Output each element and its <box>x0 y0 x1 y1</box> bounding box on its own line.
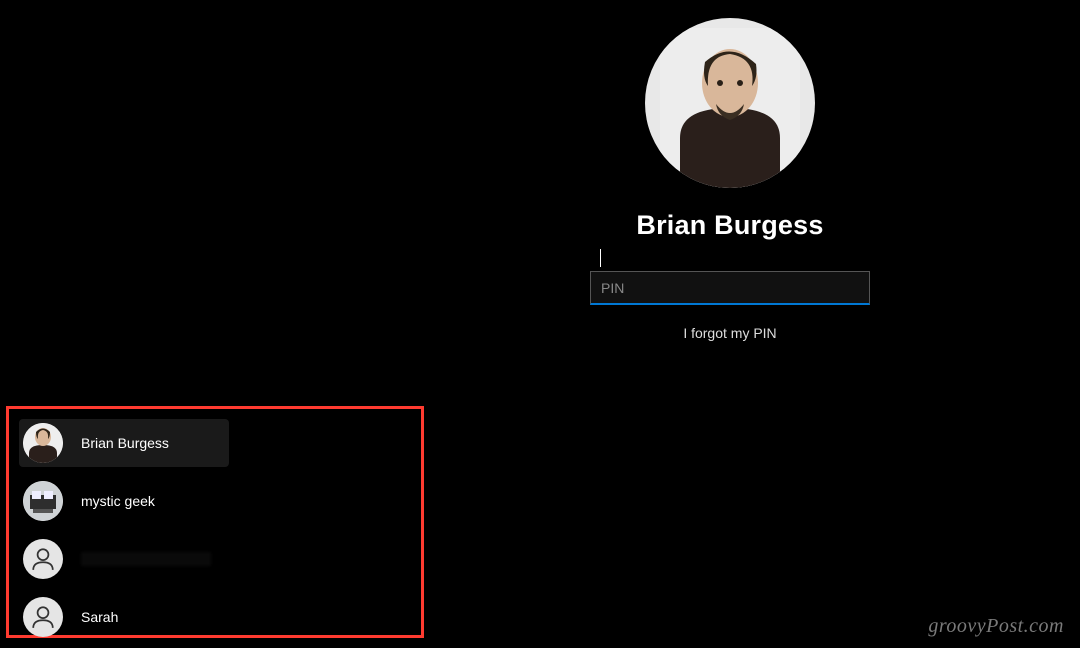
user-switcher-label-redacted <box>81 552 211 566</box>
forgot-pin-link[interactable]: I forgot my PIN <box>683 325 776 341</box>
avatar <box>645 18 815 188</box>
user-switcher-label: Brian Burgess <box>81 435 169 451</box>
pin-input[interactable] <box>590 271 870 305</box>
user-switcher-highlight: Brian Burgess mystic geek <box>6 406 424 638</box>
avatar-small <box>23 481 63 521</box>
user-switcher-item-mystic[interactable]: mystic geek <box>19 477 229 525</box>
user-switcher-item-sarah[interactable]: Sarah <box>19 593 229 641</box>
avatar-small <box>23 539 63 579</box>
user-switcher-label: Sarah <box>81 609 118 625</box>
watermark-text: groovyPost.com <box>928 615 1064 638</box>
user-switcher-item-brian[interactable]: Brian Burgess <box>19 419 229 467</box>
desk-photo-icon <box>23 481 63 521</box>
user-switcher-label: mystic geek <box>81 493 155 509</box>
user-portrait-icon <box>23 423 63 463</box>
pin-input-wrap <box>590 241 870 305</box>
user-switcher-item-redacted[interactable] <box>19 535 229 583</box>
login-panel: Brian Burgess I forgot my PIN <box>470 18 990 341</box>
user-portrait-icon <box>660 28 800 188</box>
avatar-small <box>23 597 63 637</box>
person-icon <box>30 546 56 572</box>
username-heading: Brian Burgess <box>636 210 823 241</box>
avatar-small <box>23 423 63 463</box>
person-icon <box>30 604 56 630</box>
text-caret-icon <box>600 249 601 267</box>
